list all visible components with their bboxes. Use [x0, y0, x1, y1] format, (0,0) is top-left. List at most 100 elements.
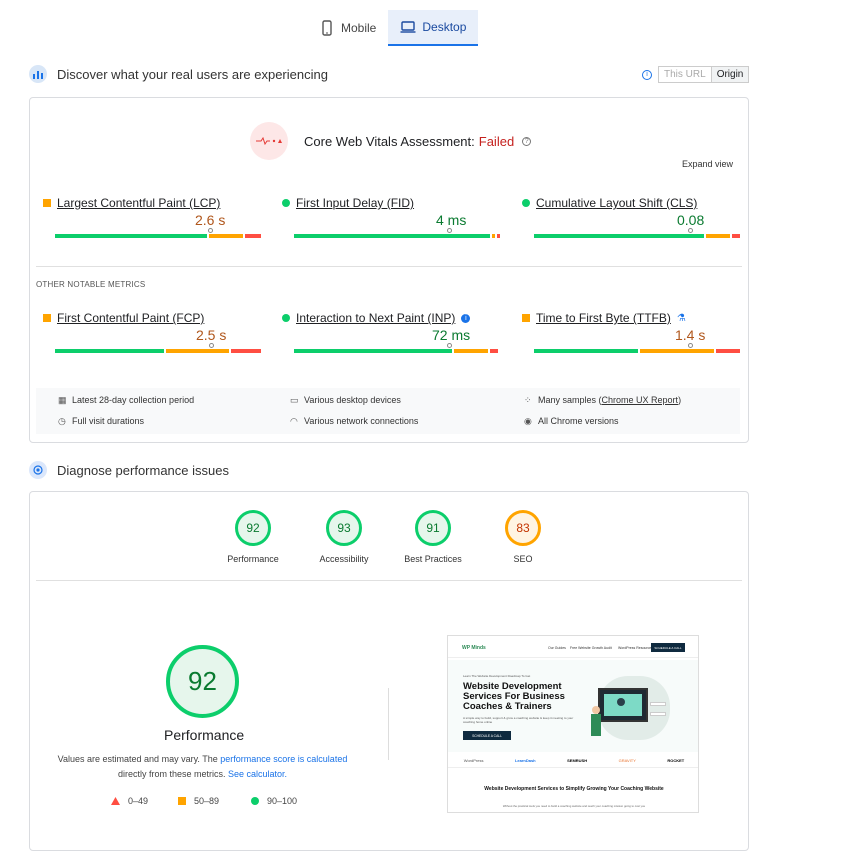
footer-samples-prefix: Many samples (	[538, 395, 602, 405]
metric-fid-value: 4 ms	[436, 212, 467, 228]
section-divider	[36, 266, 742, 267]
gauge-accessibility-label: Accessibility	[319, 554, 369, 564]
metric-fid-marker	[447, 228, 452, 233]
metric-fcp-name[interactable]: First Contentful Paint (FCP)	[57, 311, 204, 325]
other-metrics-title: OTHER NOTABLE METRICS	[36, 280, 146, 289]
vertical-divider	[388, 688, 389, 760]
footer-samples-suffix: )	[678, 395, 682, 405]
footer-period: ▦ Latest 28-day collection period	[58, 395, 194, 405]
metric-inp-value: 72 ms	[432, 327, 471, 343]
score-note-text1: Values are estimated and may vary. The	[57, 754, 221, 764]
assessment-label: Core Web Vitals Assessment:	[304, 133, 475, 149]
legend-average-range: 50–89	[194, 796, 220, 806]
gauge-seo-label: SEO	[513, 554, 533, 564]
metric-ttfb: Time to First Byte (TTFB) ⚗ 1.4 s	[522, 311, 740, 353]
metric-inp-name[interactable]: Interaction to Next Paint (INP)	[296, 311, 455, 325]
screenshot-partner-logo: GRAVITY	[618, 758, 636, 763]
calendar-icon: ▦	[58, 394, 67, 405]
expand-view-link[interactable]: Expand view	[682, 159, 733, 169]
chrome-ux-report-link[interactable]: Chrome UX Report	[602, 395, 679, 405]
metric-fid-distribution-bar	[294, 234, 502, 238]
screenshot-cta: SCHEDULE A CALL	[463, 731, 511, 740]
performance-score-gauge: 92	[166, 645, 239, 718]
failed-assessment-icon	[250, 122, 288, 160]
tab-mobile[interactable]: Mobile	[307, 10, 388, 46]
metric-inp: Interaction to Next Paint (INP) i 72 ms	[282, 311, 498, 353]
gauges-divider	[36, 580, 742, 581]
metric-cls-name[interactable]: Cumulative Layout Shift (CLS)	[536, 196, 697, 210]
metric-fcp: First Contentful Paint (FCP) 2.5 s	[43, 311, 261, 353]
metric-ttfb-distribution-bar	[534, 349, 742, 353]
screenshot-partner-logo: WordPress	[463, 758, 484, 763]
crux-heading: Discover what your real users are experi…	[57, 66, 328, 82]
metric-lcp-distribution-bar	[55, 234, 263, 238]
this-url-button[interactable]: This URL	[659, 67, 711, 82]
screenshot-nav-button: SCHEDULE A CALL	[651, 643, 685, 652]
gauge-performance-score: 92	[235, 510, 271, 546]
legend-poor: 0–49	[111, 796, 148, 806]
score-note: Values are estimated and may vary. The p…	[50, 752, 355, 782]
footer-chrome: ◉ All Chrome versions	[524, 416, 619, 426]
screenshot-bottom-title: Website Development Services to Simplify…	[484, 786, 664, 792]
lighthouse-heading: Diagnose performance issues	[57, 462, 229, 478]
help-icon[interactable]: ?	[522, 136, 532, 146]
metric-fid-name[interactable]: First Input Delay (FID)	[296, 196, 414, 210]
needs-improvement-square-icon	[43, 314, 51, 322]
metric-lcp-name[interactable]: Largest Contentful Paint (LCP)	[57, 196, 220, 210]
footer-durations-text: Full visit durations	[72, 416, 145, 426]
metric-inp-marker	[447, 343, 452, 348]
performance-score-link[interactable]: performance score is calculated	[220, 754, 347, 764]
legend-good-range: 90–100	[267, 796, 298, 806]
info-icon[interactable]: i	[642, 69, 652, 80]
screenshot-bottom-sub: Without the practical tools you need to …	[502, 804, 646, 808]
screenshot-logo: WP Minds	[462, 645, 486, 651]
poor-triangle-icon	[111, 797, 120, 805]
screenshot-partner-logo: LearnDash	[514, 758, 536, 763]
footer-chrome-text: All Chrome versions	[538, 416, 619, 426]
laptop-icon	[400, 21, 416, 33]
legend-good: 90–100	[251, 796, 297, 806]
origin-button[interactable]: Origin	[710, 67, 749, 82]
good-dot-icon	[522, 199, 530, 207]
lighthouse-header: Diagnose performance issues	[29, 461, 229, 479]
metric-fid: First Input Delay (FID) 4 ms	[282, 196, 500, 238]
chrome-icon: ◉	[524, 415, 532, 426]
screenshot-hero: Learn The Website Development Roadmap To…	[448, 660, 698, 752]
legend-average: 50–89	[178, 796, 219, 806]
tab-mobile-label: Mobile	[341, 21, 377, 35]
gauge-performance[interactable]: 92 Performance	[218, 510, 288, 564]
crux-header: Discover what your real users are experi…	[29, 65, 328, 83]
metric-ttfb-marker	[688, 343, 693, 348]
tab-desktop-label: Desktop	[422, 20, 467, 34]
footer-devices: ▭ Various desktop devices	[290, 395, 401, 405]
lighthouse-icon	[29, 461, 47, 479]
gauge-seo-score: 83	[505, 510, 541, 546]
see-calculator-link[interactable]: See calculator.	[228, 769, 287, 779]
metric-cls: Cumulative Layout Shift (CLS) 0.08	[522, 196, 740, 238]
gauge-performance-label: Performance	[227, 554, 279, 564]
metric-lcp-value: 2.6 s	[195, 212, 226, 228]
legend-poor-range: 0–49	[128, 796, 149, 806]
samples-dots-icon: ⁘	[524, 394, 532, 405]
metric-fcp-value: 2.5 s	[196, 327, 227, 343]
users-chart-icon	[29, 65, 47, 83]
gauge-accessibility[interactable]: 93 Accessibility	[309, 510, 379, 564]
metric-cls-distribution-bar	[534, 234, 742, 238]
gauge-best-practices-label: Best Practices	[404, 554, 462, 564]
metric-ttfb-name[interactable]: Time to First Byte (TTFB)	[536, 311, 671, 325]
gauge-best-practices[interactable]: 91 Best Practices	[398, 510, 468, 564]
new-metric-info-icon[interactable]: i	[461, 313, 471, 323]
footer-devices-text: Various desktop devices	[304, 395, 401, 405]
score-note-text2: directly from these metrics.	[117, 769, 228, 779]
wifi-icon: ◠	[290, 415, 298, 426]
screenshot-nav-item: Our Guides	[548, 646, 566, 650]
url-origin-toggle: i This URL Origin	[642, 66, 750, 83]
phone-icon	[322, 20, 332, 36]
screenshot-partner-logo: ROCKET	[667, 758, 685, 763]
screenshot-illustration	[588, 668, 674, 746]
performance-title: Performance	[164, 727, 245, 743]
tab-desktop[interactable]: Desktop	[388, 10, 479, 46]
url-origin-segment: This URL Origin	[658, 66, 750, 83]
gauge-seo[interactable]: 83 SEO	[488, 510, 558, 564]
needs-improvement-square-icon	[43, 199, 51, 207]
